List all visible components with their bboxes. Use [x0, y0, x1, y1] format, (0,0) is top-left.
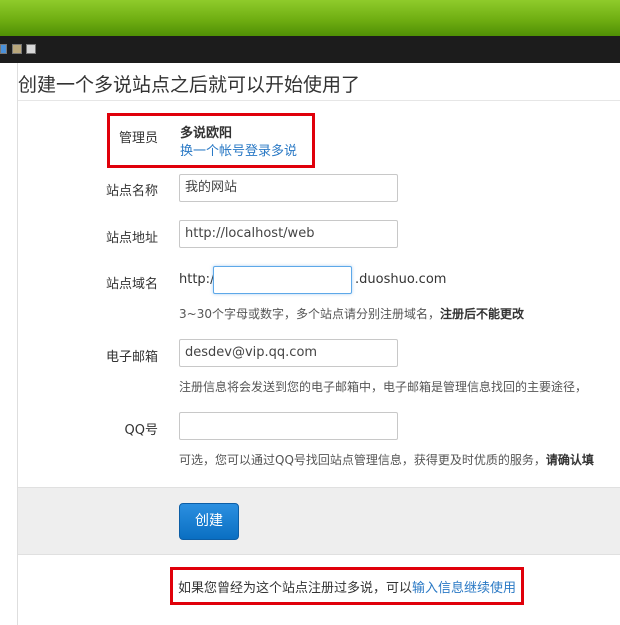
blue-square-icon[interactable]	[0, 44, 7, 54]
page-title: 创建一个多说站点之后就可以开始使用了	[18, 74, 361, 96]
domain-hint: 3~30个字母或数字，多个站点请分别注册域名，注册后不能更改	[179, 305, 524, 322]
site-domain-label: 站点域名	[105, 277, 158, 292]
browser-top-bar	[0, 0, 620, 36]
create-button[interactable]: 创建	[179, 503, 239, 540]
admin-label: 管理员	[118, 131, 158, 146]
existing-site-note: 如果您曾经为这个站点注册过多说，可以输入信息继续使用	[178, 577, 516, 596]
qq-hint-warning: 请确认填	[545, 453, 594, 467]
toolbar-strip	[0, 36, 620, 63]
switch-account-link[interactable]: 换一个帐号登录多说	[180, 140, 297, 159]
email-hint: 注册信息将会发送到您的电子邮箱中，电子邮箱是管理信息找回的主要途径，	[179, 380, 588, 394]
qq-label: QQ号	[124, 423, 158, 438]
continue-link[interactable]: 输入信息继续使用	[412, 581, 516, 596]
window-icon[interactable]	[26, 44, 36, 54]
domain-hint-text: 3~30个字母或数字，多个站点请分别注册域名，	[179, 307, 440, 321]
site-url-input[interactable]: http://localhost/web	[179, 220, 398, 248]
domain-suffix: .duoshuo.com	[355, 272, 447, 287]
left-edge-panel	[0, 63, 18, 625]
email-input[interactable]: desdev@vip.qq.com	[179, 339, 398, 367]
admin-name: 多说欧阳	[180, 126, 233, 141]
domain-hint-warning: 注册后不能更改	[439, 307, 524, 321]
site-url-label: 站点地址	[105, 231, 158, 246]
site-name-label: 站点名称	[105, 184, 158, 199]
site-domain-input[interactable]	[213, 266, 352, 294]
form-footer	[18, 487, 620, 555]
qq-input[interactable]	[179, 412, 398, 440]
title-divider	[18, 100, 620, 101]
folder-icon[interactable]	[12, 44, 22, 54]
site-name-input[interactable]: 我的网站	[179, 174, 398, 202]
existing-site-note-text: 如果您曾经为这个站点注册过多说，可以	[178, 581, 413, 596]
qq-hint: 可选，您可以通过QQ号找回站点管理信息，获得更及时优质的服务，请确认填	[179, 451, 594, 468]
qq-hint-text: 可选，您可以通过QQ号找回站点管理信息，获得更及时优质的服务，	[179, 453, 546, 467]
email-label: 电子邮箱	[105, 350, 158, 365]
